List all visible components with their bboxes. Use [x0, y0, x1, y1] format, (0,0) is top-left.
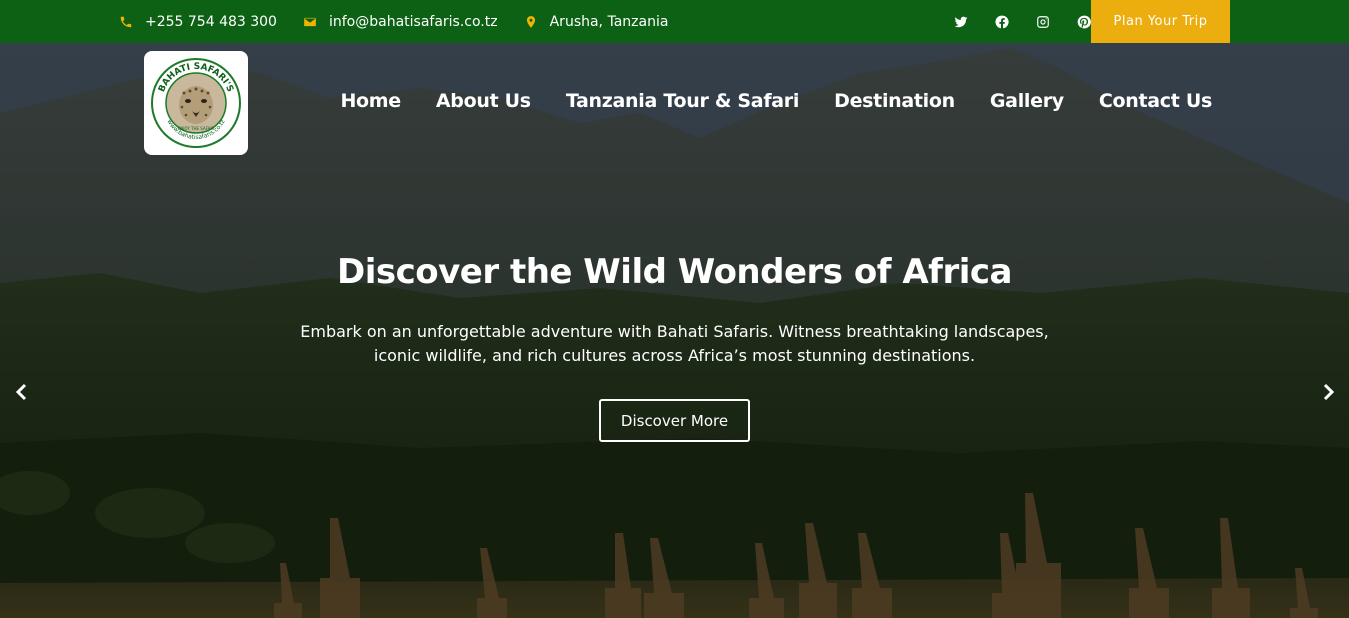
twitter-icon — [954, 16, 968, 27]
bahati-safaris-logo: BAHATI SAFARI'S www.bahatisafaris.co.tz … — [151, 58, 241, 148]
plan-your-trip-button[interactable]: Plan Your Trip — [1091, 0, 1230, 43]
location-text: Arusha, Tanzania — [549, 13, 669, 30]
hero-subtitle: Embark on an unforgettable adventure wit… — [300, 322, 1049, 365]
phone-contact[interactable]: +255 754 483 300 — [119, 14, 277, 30]
envelope-icon — [304, 17, 316, 26]
leopard-icon — [179, 86, 213, 124]
phone-number: +255 754 483 300 — [145, 13, 277, 30]
twitter-link[interactable] — [954, 15, 968, 29]
pinterest-icon — [1077, 15, 1091, 28]
nav-tanzania-tour-safari[interactable]: Tanzania Tour & Safari — [566, 90, 800, 112]
hero-title: Discover the Wild Wonders of Africa — [336, 252, 1013, 292]
contact-info: +255 754 483 300 info@bahatisafaris.co.t… — [119, 0, 694, 43]
slider-prev-button[interactable] — [11, 381, 33, 403]
nav-gallery[interactable]: Gallery — [990, 90, 1064, 112]
chevron-left-icon — [15, 383, 27, 401]
map-pin-icon — [526, 15, 535, 28]
nav-home[interactable]: Home — [340, 90, 401, 112]
top-bar: +255 754 483 300 info@bahatisafaris.co.t… — [0, 0, 1349, 43]
instagram-icon — [1037, 15, 1049, 28]
social-links — [927, 0, 1091, 43]
nav-about-us[interactable]: About Us — [436, 90, 531, 112]
email-contact[interactable]: info@bahatisafaris.co.tz — [303, 14, 498, 30]
email-address: info@bahatisafaris.co.tz — [328, 13, 498, 30]
phone-icon — [120, 16, 132, 27]
slider-next-button[interactable] — [1317, 381, 1339, 403]
discover-more-button[interactable]: Discover More — [599, 399, 750, 442]
main-navigation: Home About Us Tanzania Tour & Safari Des… — [305, 90, 1212, 112]
instagram-link[interactable] — [1036, 15, 1050, 29]
logo-motto: ENJOY THE SAFARI — [178, 126, 215, 131]
facebook-link[interactable] — [995, 15, 1009, 29]
nav-contact-us[interactable]: Contact Us — [1099, 90, 1212, 112]
nav-destination[interactable]: Destination — [834, 90, 955, 112]
chevron-right-icon — [1323, 383, 1335, 401]
facebook-icon — [995, 15, 1009, 28]
location-contact: Arusha, Tanzania — [524, 13, 669, 30]
site-logo[interactable]: BAHATI SAFARI'S www.bahatisafaris.co.tz … — [144, 51, 248, 155]
pinterest-link[interactable] — [1077, 15, 1091, 29]
